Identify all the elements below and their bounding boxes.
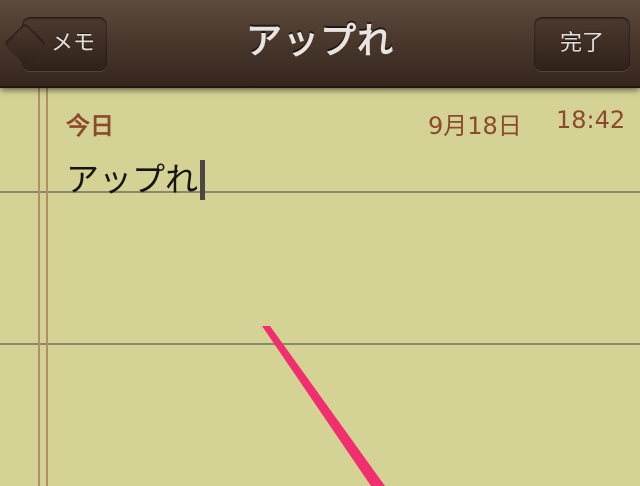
note-text-area[interactable]: アップれ [66, 160, 205, 200]
margin-line-right [46, 88, 48, 486]
note-date: 9月18日 [428, 112, 522, 140]
note-paper[interactable]: 今日 9月18日 18:42 アップれ [0, 88, 640, 486]
done-button[interactable]: 完了 [534, 17, 630, 71]
note-time: 18:42 [556, 106, 626, 134]
navigation-bar: メモ アップれ 完了 [0, 0, 640, 88]
text-cursor [200, 160, 205, 200]
margin-line-left [38, 88, 40, 486]
date-today-label: 今日 [66, 112, 114, 140]
note-body-text: アップれ [66, 160, 198, 199]
